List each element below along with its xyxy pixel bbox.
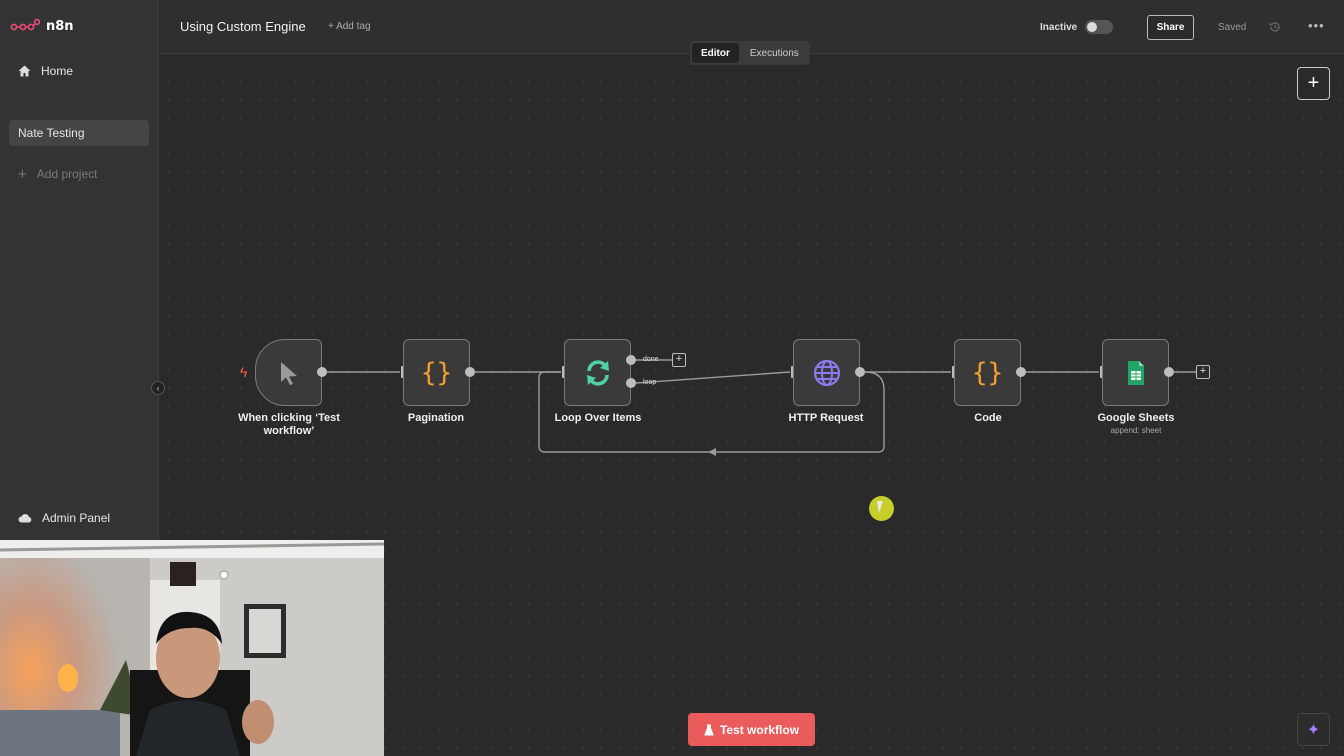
output-handle[interactable]	[1164, 367, 1174, 377]
home-icon	[18, 65, 31, 77]
node-label: Pagination	[407, 412, 465, 424]
node-loop-over-items[interactable]	[564, 339, 631, 406]
add-node-plus-icon[interactable]: +	[1196, 365, 1210, 379]
workflow-title[interactable]: Using Custom Engine	[180, 19, 306, 34]
globe-icon	[813, 359, 840, 386]
sidebar-item-add-project[interactable]: + Add project	[9, 161, 149, 187]
cursor-icon	[280, 361, 297, 385]
output-handle[interactable]	[317, 367, 327, 377]
output-handle[interactable]	[1016, 367, 1026, 377]
output-handle[interactable]	[465, 367, 475, 377]
node-label: Google Sheets	[1097, 412, 1175, 424]
collapse-sidebar-icon[interactable]: ‹	[151, 381, 165, 395]
node-http-request[interactable]	[793, 339, 860, 406]
active-toggle[interactable]	[1085, 20, 1113, 34]
status-label: Inactive	[1040, 22, 1078, 33]
port-label-done: done	[643, 356, 659, 363]
share-button[interactable]: Share	[1147, 15, 1194, 40]
node-label: Loop Over Items	[554, 412, 642, 424]
sidebar-item-home[interactable]: Home	[9, 58, 149, 84]
output-handle-done[interactable]	[626, 355, 636, 365]
webcam-video-image	[0, 540, 384, 756]
sidebar-item-label: Add project	[36, 167, 98, 181]
cloud-icon	[18, 514, 32, 523]
mouse-cursor-highlight	[869, 496, 894, 521]
sidebar-item-label: Home	[41, 64, 74, 78]
output-handle[interactable]	[855, 367, 865, 377]
test-workflow-label: Test workflow	[719, 722, 800, 737]
sidebar-item-admin-panel[interactable]: Admin Panel	[9, 505, 149, 531]
code-braces-icon: {}	[971, 357, 1004, 388]
port-label-loop: loop	[643, 379, 657, 386]
add-node-plus-icon[interactable]: +	[672, 353, 686, 367]
trigger-bolt-icon: ϟ	[240, 364, 248, 380]
output-handle-loop[interactable]	[626, 378, 636, 388]
node-code[interactable]: {}	[954, 339, 1021, 406]
more-options-icon[interactable]: •••	[1308, 18, 1325, 33]
sidebar-item-label: Nate Testing	[18, 126, 85, 140]
saved-status: Saved	[1218, 22, 1247, 33]
flask-icon	[704, 724, 714, 735]
tab-executions[interactable]: Executions	[741, 43, 808, 63]
code-braces-icon: {}	[420, 357, 453, 388]
webcam-overlay	[0, 540, 384, 756]
add-node-button[interactable]: +	[1297, 67, 1330, 100]
node-label: HTTP Request	[788, 412, 864, 424]
ai-assistant-sparkle-icon[interactable]: ✦	[1297, 713, 1330, 746]
sidebar-item-nate-testing[interactable]: Nate Testing	[9, 120, 149, 146]
node-label: Code	[974, 412, 1002, 424]
sidebar-item-label: Admin Panel	[42, 511, 111, 525]
node-subtitle: append: sheet	[1110, 426, 1162, 435]
google-sheets-icon	[1127, 360, 1144, 385]
test-workflow-button[interactable]: Test workflow	[688, 713, 815, 746]
tab-editor[interactable]: Editor	[692, 43, 739, 63]
n8n-logo-icon	[10, 18, 40, 31]
node-manual-trigger[interactable]	[255, 339, 322, 406]
n8n-logo[interactable]: n8n	[10, 18, 74, 34]
node-label: When clicking ‘Test workflow’	[238, 412, 340, 437]
app-name: n8n	[46, 18, 74, 34]
history-icon[interactable]	[1268, 20, 1282, 34]
editor-tabs: Editor Executions	[690, 41, 810, 65]
node-google-sheets[interactable]	[1102, 339, 1169, 406]
loop-icon	[586, 359, 609, 386]
node-pagination[interactable]: {}	[403, 339, 470, 406]
toggle-knob	[1087, 22, 1097, 32]
plus-icon: +	[18, 165, 27, 183]
add-tag-button[interactable]: + Add tag	[328, 21, 371, 32]
